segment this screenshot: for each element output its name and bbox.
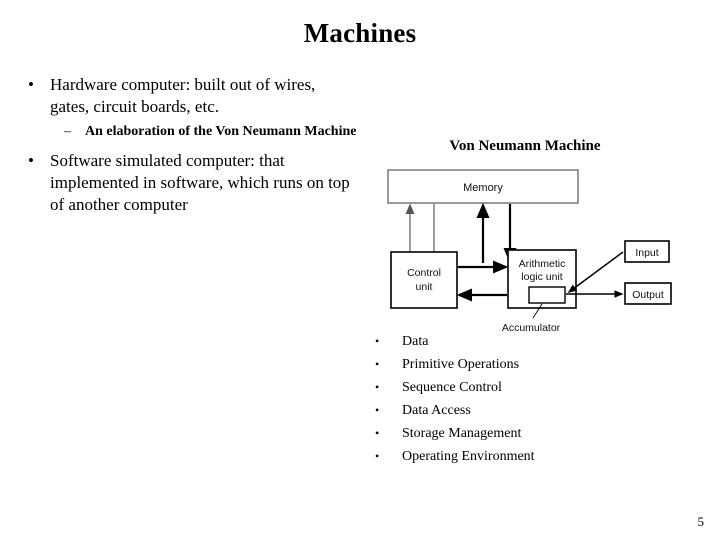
bullet-marker-icon: • — [375, 334, 380, 348]
von-neumann-diagram: Memory Control unit Arithmetic logic uni… — [370, 163, 690, 338]
list-item-label: Storage Management — [402, 426, 522, 441]
bullet-marker-icon: • — [28, 151, 34, 170]
list-item: • Operating Environment — [375, 445, 675, 468]
list-item: • Storage Management — [375, 422, 675, 445]
bullet-marker-icon: • — [375, 380, 380, 394]
diagram-label-output: Output — [632, 289, 664, 301]
left-bullet-column: • Hardware computer: built out of wires,… — [28, 74, 358, 218]
diagram-label-control-unit: Control — [407, 267, 441, 279]
list-item: • Data — [375, 330, 675, 353]
arrow-input-to-accumulator — [567, 251, 624, 293]
bullet-marker-icon: • — [375, 449, 380, 463]
diagram-label-memory: Memory — [463, 182, 503, 194]
list-item-label: Sequence Control — [402, 380, 502, 395]
list-item-label: Data — [402, 334, 429, 349]
list-item: – An elaboration of the Von Neumann Mach… — [64, 122, 358, 142]
diagram-label-input: Input — [635, 247, 658, 259]
list-item-label: Operating Environment — [402, 449, 535, 464]
list-item: • Data Access — [375, 399, 675, 422]
list-item-label: Primitive Operations — [402, 357, 520, 372]
right-bullet-list: • Data • Primitive Operations • Sequence… — [375, 330, 675, 468]
sub-bullet-text: An elaboration of the Von Neumann Machin… — [85, 124, 357, 139]
bullet-marker-icon: • — [375, 403, 380, 417]
diagram-box-accumulator — [528, 286, 566, 304]
page-number: 5 — [697, 514, 705, 529]
list-item: • Sequence Control — [375, 376, 675, 399]
diagram-caption: Von Neumann Machine — [449, 138, 601, 154]
page-title: Machines — [303, 18, 417, 48]
list-item: • Software simulated computer: that impl… — [28, 150, 358, 216]
bullet-text: Hardware computer: built out of wires, g… — [50, 75, 316, 116]
sub-bullet-list: – An elaboration of the Von Neumann Mach… — [64, 122, 358, 142]
dash-marker-icon: – — [64, 124, 71, 139]
list-item-label: Data Access — [402, 403, 471, 418]
diagram-label-control-unit-line2: unit — [416, 281, 433, 293]
diagram-label-alu-line2: logic unit — [521, 271, 563, 283]
list-item: • Hardware computer: built out of wires,… — [28, 74, 358, 118]
diagram-box-control-unit — [390, 251, 458, 309]
bullet-marker-icon: • — [375, 357, 380, 371]
bullet-marker-icon: • — [28, 75, 34, 94]
list-item: • Primitive Operations — [375, 353, 675, 376]
diagram-label-alu: Arithmetic — [519, 258, 566, 270]
bullet-text: Software simulated computer: that implem… — [50, 151, 350, 214]
bullet-marker-icon: • — [375, 426, 380, 440]
